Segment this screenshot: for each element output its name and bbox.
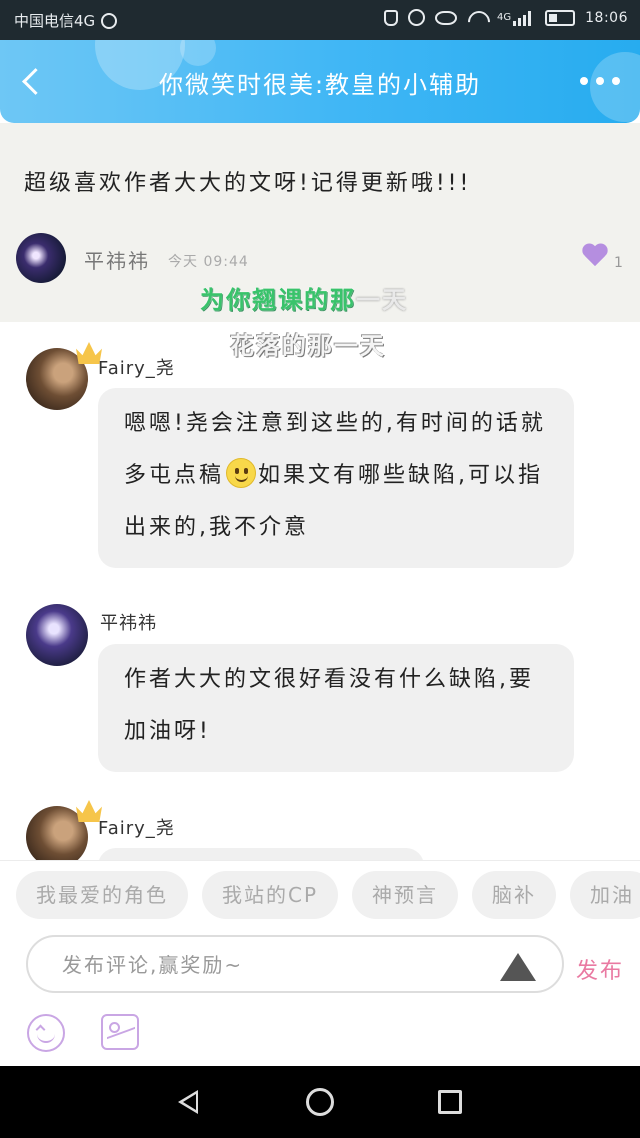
network-badge: 4G xyxy=(497,12,512,23)
comment-author[interactable]: 平祎祎 xyxy=(84,245,150,274)
tag-chip[interactable]: 我最爱的角色 xyxy=(16,871,188,919)
globe-icon xyxy=(101,12,118,29)
comment-composer: 我最爱的角色 我站的CP 神预言 脑补 加油 发布 xyxy=(0,860,640,1066)
reply-bubble: 嗯嗯!尧会注意到这些的,有时间的话就多屯点稿 如果文有哪些缺陷,可以指出来的,我不… xyxy=(98,388,574,568)
signal-icon xyxy=(513,10,535,26)
reply-author[interactable]: 平祎祎 xyxy=(100,609,157,635)
comment-input[interactable] xyxy=(62,951,482,979)
system-nav-bar xyxy=(0,1066,640,1138)
tag-chip[interactable]: 神预言 xyxy=(352,871,459,919)
lyric-rest: 一天 xyxy=(356,286,408,314)
image-icon[interactable] xyxy=(101,1014,139,1050)
triangle-icon[interactable] xyxy=(500,953,536,981)
app-screen: 中国电信4G 4G 18:06 你微笑时很美:教皇的小辅助 超级喜欢作者大大的文… xyxy=(0,0,640,1138)
tag-chip[interactable]: 加油 xyxy=(570,871,640,919)
avatar[interactable] xyxy=(16,233,66,283)
publish-button[interactable]: 发布 xyxy=(576,953,624,985)
status-right: 4G 18:06 xyxy=(384,9,628,26)
comment-input-wrapper xyxy=(26,935,564,993)
smiley-icon xyxy=(226,458,257,488)
emoji-icon[interactable] xyxy=(27,1014,65,1052)
title-bar: 你微笑时很美:教皇的小辅助 xyxy=(0,40,640,123)
page-title: 你微笑时很美:教皇的小辅助 xyxy=(158,71,482,99)
status-left: 中国电信4G xyxy=(14,10,118,31)
tag-chip[interactable]: 我站的CP xyxy=(202,871,339,919)
nav-back-icon[interactable] xyxy=(178,1090,198,1114)
quick-tags: 我最爱的角色 我站的CP 神预言 脑补 加油 xyxy=(16,871,640,919)
reply-author[interactable]: Fairy_尧 xyxy=(98,814,175,840)
carrier-label: 中国电信4G xyxy=(14,12,96,30)
mute-icon xyxy=(384,9,399,26)
lyric-line-2: 花落的那一天 xyxy=(230,332,386,360)
reply-text: 作者大大的文很好看没有什么缺陷,要加油呀! xyxy=(124,667,534,744)
wifi-icon xyxy=(467,10,487,26)
back-icon[interactable] xyxy=(14,62,54,102)
like-count: 1 xyxy=(614,255,623,271)
avatar[interactable] xyxy=(26,604,88,666)
status-bar: 中国电信4G 4G 18:06 xyxy=(0,0,640,40)
battery-icon xyxy=(545,9,576,26)
reply-bubble: 作者大大的文很好看没有什么缺陷,要加油呀! xyxy=(98,644,574,772)
nav-home-icon[interactable] xyxy=(306,1088,334,1116)
more-icon[interactable] xyxy=(580,74,620,88)
clock: 18:06 xyxy=(585,9,628,26)
heart-icon[interactable] xyxy=(583,244,609,268)
eye-icon xyxy=(435,10,458,25)
comment-text: 超级喜欢作者大大的文呀!记得更新哦!!! xyxy=(24,171,472,196)
lyric-line-1: 为你翘课的那一天 xyxy=(200,280,408,315)
reply-author[interactable]: Fairy_尧 xyxy=(98,354,175,380)
lyric-highlight: 为你翘课的那 xyxy=(200,286,356,314)
comment-time: 今天 09:44 xyxy=(168,254,249,270)
nav-recents-icon[interactable] xyxy=(438,1090,462,1114)
alarm-icon xyxy=(408,9,426,26)
tag-chip[interactable]: 脑补 xyxy=(472,871,557,919)
decor-bubble xyxy=(180,40,216,66)
